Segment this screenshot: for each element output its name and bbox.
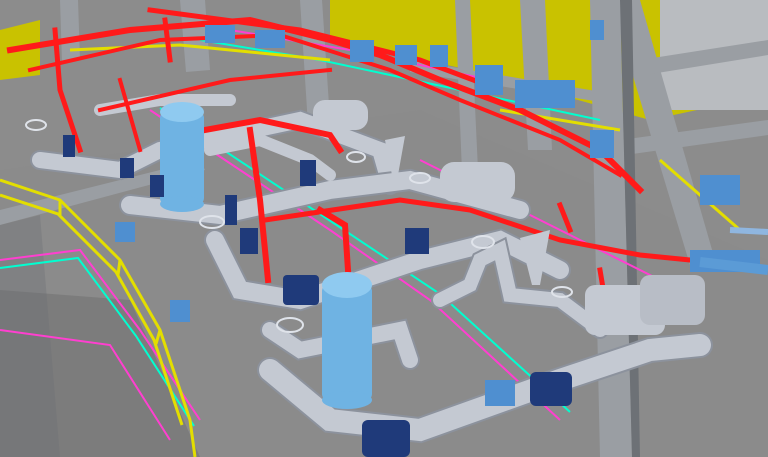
vessel-left bbox=[160, 102, 204, 212]
vessel-front bbox=[322, 272, 372, 409]
plant-3d-model-view bbox=[0, 0, 768, 457]
